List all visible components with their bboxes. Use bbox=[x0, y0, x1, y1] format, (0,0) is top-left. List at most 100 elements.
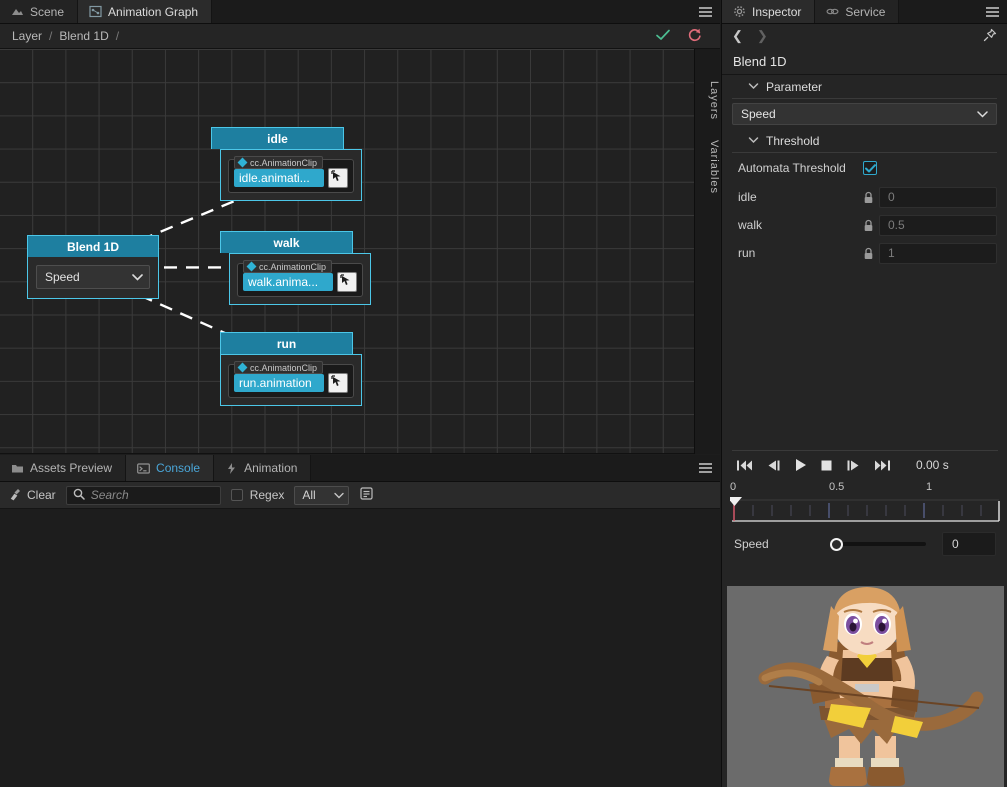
time-display: 0.00 s bbox=[916, 458, 949, 472]
automata-threshold-checkbox[interactable] bbox=[863, 161, 877, 175]
browse-asset-icon[interactable] bbox=[337, 272, 357, 292]
section-parameter[interactable]: Parameter bbox=[732, 75, 997, 99]
play-button[interactable] bbox=[794, 458, 807, 472]
chevron-down-icon bbox=[748, 136, 759, 146]
chevron-down-icon bbox=[977, 107, 988, 121]
tab-scene-label: Scene bbox=[30, 5, 64, 19]
gear-icon bbox=[733, 5, 746, 18]
console-log-area[interactable] bbox=[0, 509, 720, 787]
inspector-pane: Inspector Service ❮ ❯ Blend 1D bbox=[721, 0, 1007, 787]
state-node-idle[interactable]: idle cc.AnimationClip idle.animati... bbox=[211, 127, 344, 201]
chevron-down-icon bbox=[748, 82, 759, 92]
tab-console[interactable]: Console bbox=[126, 455, 214, 481]
console-toolbar: Clear Regex All bbox=[0, 482, 720, 509]
breadcrumb-item-layer[interactable]: Layer bbox=[12, 29, 42, 43]
threshold-value-walk[interactable]: 0.5 bbox=[879, 215, 997, 236]
threshold-row-run: run 1 bbox=[722, 239, 1007, 267]
stop-button[interactable] bbox=[820, 459, 833, 472]
jump-to-end-button[interactable] bbox=[874, 459, 891, 472]
timeline-ruler[interactable] bbox=[730, 497, 1000, 527]
breadcrumb-item-blend1d[interactable]: Blend 1D bbox=[59, 29, 108, 43]
state-node-idle-title: idle bbox=[211, 127, 344, 149]
refresh-icon[interactable] bbox=[687, 27, 702, 45]
browse-asset-icon[interactable] bbox=[328, 168, 348, 188]
parameter-select[interactable]: Speed bbox=[732, 103, 997, 125]
breadcrumb-separator: / bbox=[49, 29, 52, 43]
state-node-walk-title: walk bbox=[220, 231, 353, 253]
clear-icon bbox=[8, 487, 22, 504]
log-list-icon[interactable] bbox=[359, 486, 374, 504]
threshold-row-idle: idle 0 bbox=[722, 183, 1007, 211]
automata-threshold-label: Automata Threshold bbox=[732, 161, 863, 175]
hamburger-menu-icon[interactable] bbox=[698, 455, 720, 481]
bottom-tabbar: Assets Preview Console Animation bbox=[0, 455, 720, 482]
check-icon[interactable] bbox=[655, 28, 671, 45]
chevron-right-icon[interactable]: ❯ bbox=[757, 28, 768, 44]
tab-animation-graph[interactable]: Animation Graph bbox=[78, 0, 212, 23]
graph-side-tabs: Layers Variables bbox=[694, 49, 720, 454]
state-node-walk[interactable]: walk cc.AnimationClip walk.anima... bbox=[220, 231, 353, 305]
lock-icon[interactable] bbox=[857, 219, 879, 232]
log-filter-select[interactable]: All bbox=[294, 486, 349, 505]
section-threshold[interactable]: Threshold bbox=[732, 129, 997, 153]
chevron-left-icon[interactable]: ❮ bbox=[732, 28, 743, 44]
clip-diamond-icon bbox=[238, 363, 248, 373]
chevron-down-icon bbox=[132, 270, 143, 284]
tab-inspector-label: Inspector bbox=[752, 5, 801, 19]
service-icon bbox=[826, 5, 839, 18]
clip-value-walk[interactable]: walk.anima... bbox=[243, 273, 333, 291]
tab-assets-preview[interactable]: Assets Preview bbox=[0, 455, 126, 481]
browse-asset-icon[interactable] bbox=[328, 373, 348, 393]
breadcrumb: Layer / Blend 1D / bbox=[0, 24, 720, 49]
speed-value-field[interactable]: 0 bbox=[942, 532, 996, 556]
section-parameter-label: Parameter bbox=[766, 80, 822, 94]
step-forward-button[interactable] bbox=[846, 459, 861, 472]
side-tab-layers[interactable]: Layers bbox=[695, 71, 720, 130]
threshold-value-run[interactable]: 1 bbox=[879, 243, 997, 264]
clip-type-label-run: cc.AnimationClip bbox=[250, 363, 317, 373]
bottom-tabbar-filler bbox=[311, 455, 698, 481]
clear-button[interactable]: Clear bbox=[8, 487, 56, 504]
threshold-name-run: run bbox=[732, 246, 857, 260]
hamburger-menu-icon[interactable] bbox=[985, 0, 1007, 23]
hamburger-menu-icon[interactable] bbox=[698, 0, 720, 23]
tab-animation[interactable]: Animation bbox=[214, 455, 311, 481]
blend1d-parameter-select[interactable]: Speed bbox=[36, 265, 150, 289]
regex-toggle[interactable]: Regex bbox=[231, 488, 285, 502]
side-tab-variables[interactable]: Variables bbox=[695, 130, 720, 204]
speed-control-row: Speed 0 bbox=[722, 527, 1007, 561]
inspector-tabbar: Inspector Service bbox=[722, 0, 1007, 24]
clip-value-run[interactable]: run.animation bbox=[234, 374, 324, 392]
step-back-button[interactable] bbox=[766, 459, 781, 472]
character-3d-preview[interactable] bbox=[727, 586, 1004, 787]
blend1d-parameter-value: Speed bbox=[45, 270, 80, 284]
animation-graph-canvas[interactable]: Blend 1D Speed idle cc.AnimationClip bbox=[0, 49, 720, 454]
section-threshold-label: Threshold bbox=[766, 134, 819, 148]
tab-animation-label: Animation bbox=[244, 461, 297, 475]
clip-value-idle[interactable]: idle.animati... bbox=[234, 169, 324, 187]
speed-slider-knob[interactable] bbox=[830, 538, 843, 551]
console-icon bbox=[137, 462, 150, 475]
state-node-run[interactable]: run cc.AnimationClip run.animation bbox=[220, 332, 353, 406]
search-field[interactable] bbox=[91, 488, 214, 502]
lock-icon[interactable] bbox=[857, 191, 879, 204]
speed-label: Speed bbox=[734, 537, 830, 551]
blend1d-node[interactable]: Blend 1D Speed bbox=[27, 235, 159, 299]
search-input[interactable] bbox=[66, 486, 221, 505]
main-tabbar: Scene Animation Graph bbox=[0, 0, 720, 24]
ruler-label-0: 0 bbox=[730, 481, 736, 493]
lock-icon[interactable] bbox=[857, 247, 879, 260]
tab-service[interactable]: Service bbox=[815, 0, 899, 23]
tab-inspector[interactable]: Inspector bbox=[722, 0, 815, 23]
clear-label: Clear bbox=[27, 488, 56, 502]
parameter-row: Speed bbox=[722, 99, 1007, 129]
main-editor-pane: Scene Animation Graph Layer / Blend 1D / bbox=[0, 0, 720, 787]
jump-to-start-button[interactable] bbox=[736, 459, 753, 472]
playback-buttons: 0.00 s bbox=[722, 451, 1007, 479]
speed-slider[interactable] bbox=[830, 536, 934, 552]
tab-scene[interactable]: Scene bbox=[0, 0, 78, 23]
threshold-value-idle[interactable]: 0 bbox=[879, 187, 997, 208]
regex-checkbox[interactable] bbox=[231, 489, 243, 501]
pin-icon[interactable] bbox=[983, 28, 997, 45]
tab-animation-graph-label: Animation Graph bbox=[108, 5, 198, 19]
